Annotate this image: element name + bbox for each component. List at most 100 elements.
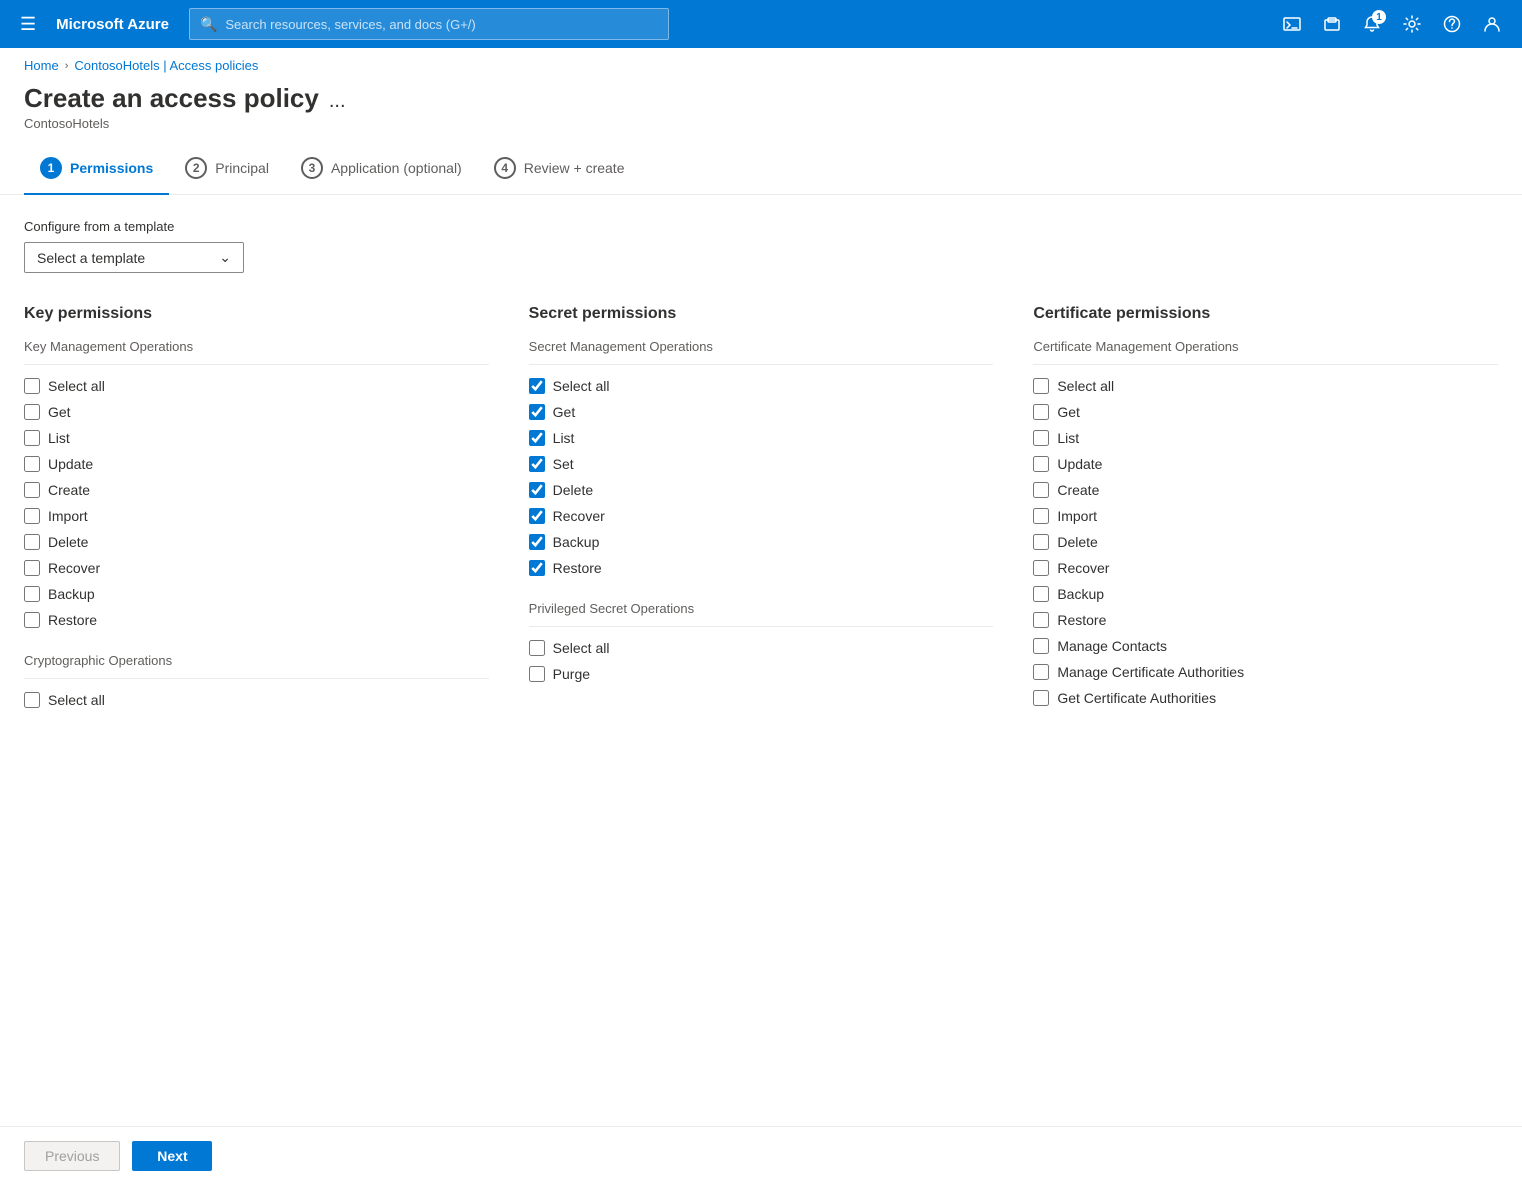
cert-manage-ca-checkbox[interactable]	[1033, 664, 1049, 680]
secret-recover-checkbox[interactable]	[529, 508, 545, 524]
key-crypto-select-all-checkbox[interactable]	[24, 692, 40, 708]
notifications-button[interactable]: 1	[1354, 6, 1390, 42]
secret-purge-checkbox[interactable]	[529, 666, 545, 682]
tab-number-1: 1	[40, 157, 62, 179]
cert-create-checkbox[interactable]	[1033, 482, 1049, 498]
cert-restore-row: Restore	[1033, 607, 1498, 633]
key-restore-checkbox[interactable]	[24, 612, 40, 628]
secret-restore-label[interactable]: Restore	[553, 560, 602, 576]
directory-button[interactable]	[1314, 6, 1350, 42]
secret-set-label[interactable]: Set	[553, 456, 574, 472]
cert-backup-label[interactable]: Backup	[1057, 586, 1104, 602]
secret-priv-select-all-checkbox[interactable]	[529, 640, 545, 656]
secret-restore-checkbox[interactable]	[529, 560, 545, 576]
cloud-shell-button[interactable]	[1274, 6, 1310, 42]
key-import-checkbox[interactable]	[24, 508, 40, 524]
secret-delete-label[interactable]: Delete	[553, 482, 593, 498]
template-dropdown[interactable]: Select a template ⌄	[24, 242, 244, 273]
cert-update-checkbox[interactable]	[1033, 456, 1049, 472]
key-backup-label[interactable]: Backup	[48, 586, 95, 602]
key-import-label[interactable]: Import	[48, 508, 88, 524]
cert-recover-label[interactable]: Recover	[1057, 560, 1109, 576]
cert-get-row: Get	[1033, 399, 1498, 425]
cert-list-checkbox[interactable]	[1033, 430, 1049, 446]
key-update-label[interactable]: Update	[48, 456, 93, 472]
cert-get-ca-row: Get Certificate Authorities	[1033, 685, 1498, 711]
cert-manage-contacts-label[interactable]: Manage Contacts	[1057, 638, 1167, 654]
cert-get-checkbox[interactable]	[1033, 404, 1049, 420]
key-recover-checkbox[interactable]	[24, 560, 40, 576]
secret-select-all-label[interactable]: Select all	[553, 378, 610, 394]
breadcrumb-parent[interactable]: ContosoHotels | Access policies	[74, 58, 258, 73]
key-select-all-label[interactable]: Select all	[48, 378, 105, 394]
cert-select-all-label[interactable]: Select all	[1057, 378, 1114, 394]
cert-get-ca-checkbox[interactable]	[1033, 690, 1049, 706]
tab-permissions[interactable]: 1 Permissions	[24, 143, 169, 195]
tab-principal[interactable]: 2 Principal	[169, 143, 285, 195]
key-crypto-select-all-row: Select all	[24, 687, 489, 713]
settings-button[interactable]	[1394, 6, 1430, 42]
search-bar[interactable]: 🔍	[189, 8, 669, 40]
search-input[interactable]	[225, 17, 658, 32]
cert-select-all-checkbox[interactable]	[1033, 378, 1049, 394]
secret-permissions-title: Secret permissions	[529, 305, 994, 323]
key-delete-label[interactable]: Delete	[48, 534, 88, 550]
secret-delete-checkbox[interactable]	[529, 482, 545, 498]
key-crypto-select-all-label[interactable]: Select all	[48, 692, 105, 708]
cert-import-label[interactable]: Import	[1057, 508, 1097, 524]
cert-list-row: List	[1033, 425, 1498, 451]
key-delete-checkbox[interactable]	[24, 534, 40, 550]
cert-import-checkbox[interactable]	[1033, 508, 1049, 524]
help-button[interactable]	[1434, 6, 1470, 42]
cert-backup-checkbox[interactable]	[1033, 586, 1049, 602]
tab-application[interactable]: 3 Application (optional)	[285, 143, 478, 195]
secret-list-checkbox[interactable]	[529, 430, 545, 446]
secret-select-all-checkbox[interactable]	[529, 378, 545, 394]
cert-restore-checkbox[interactable]	[1033, 612, 1049, 628]
key-list-checkbox[interactable]	[24, 430, 40, 446]
next-button[interactable]: Next	[132, 1141, 212, 1171]
secret-get-label[interactable]: Get	[553, 404, 576, 420]
secret-purge-label[interactable]: Purge	[553, 666, 590, 682]
cert-list-label[interactable]: List	[1057, 430, 1079, 446]
previous-button[interactable]: Previous	[24, 1141, 120, 1171]
secret-list-label[interactable]: List	[553, 430, 575, 446]
secret-get-checkbox[interactable]	[529, 404, 545, 420]
key-recover-label[interactable]: Recover	[48, 560, 100, 576]
cert-manage-contacts-checkbox[interactable]	[1033, 638, 1049, 654]
breadcrumb-home[interactable]: Home	[24, 58, 59, 73]
secret-priv-select-all-label[interactable]: Select all	[553, 640, 610, 656]
secret-permissions-column: Secret permissions Secret Management Ope…	[529, 305, 994, 713]
cert-create-label[interactable]: Create	[1057, 482, 1099, 498]
secret-backup-label[interactable]: Backup	[553, 534, 600, 550]
key-select-all-checkbox[interactable]	[24, 378, 40, 394]
cert-delete-label[interactable]: Delete	[1057, 534, 1097, 550]
permissions-grid: Key permissions Key Management Operation…	[24, 305, 1498, 713]
secret-backup-checkbox[interactable]	[529, 534, 545, 550]
tab-review-create[interactable]: 4 Review + create	[478, 143, 641, 195]
cert-recover-checkbox[interactable]	[1033, 560, 1049, 576]
key-create-label[interactable]: Create	[48, 482, 90, 498]
secret-set-checkbox[interactable]	[529, 456, 545, 472]
hamburger-menu[interactable]: ☰	[12, 10, 44, 39]
cert-manage-ca-label[interactable]: Manage Certificate Authorities	[1057, 664, 1244, 680]
cert-import-row: Import	[1033, 503, 1498, 529]
key-management-section-label: Key Management Operations	[24, 339, 489, 354]
cert-restore-label[interactable]: Restore	[1057, 612, 1106, 628]
secret-get-row: Get	[529, 399, 994, 425]
key-get-checkbox[interactable]	[24, 404, 40, 420]
key-update-checkbox[interactable]	[24, 456, 40, 472]
cert-get-label[interactable]: Get	[1057, 404, 1080, 420]
key-restore-label[interactable]: Restore	[48, 612, 97, 628]
key-create-checkbox[interactable]	[24, 482, 40, 498]
cert-delete-checkbox[interactable]	[1033, 534, 1049, 550]
cert-get-ca-label[interactable]: Get Certificate Authorities	[1057, 690, 1216, 706]
key-list-label[interactable]: List	[48, 430, 70, 446]
secret-privileged-section-label: Privileged Secret Operations	[529, 601, 994, 616]
secret-recover-label[interactable]: Recover	[553, 508, 605, 524]
cert-update-label[interactable]: Update	[1057, 456, 1102, 472]
key-get-label[interactable]: Get	[48, 404, 71, 420]
account-button[interactable]	[1474, 6, 1510, 42]
page-menu-button[interactable]: ...	[329, 90, 346, 113]
key-backup-checkbox[interactable]	[24, 586, 40, 602]
